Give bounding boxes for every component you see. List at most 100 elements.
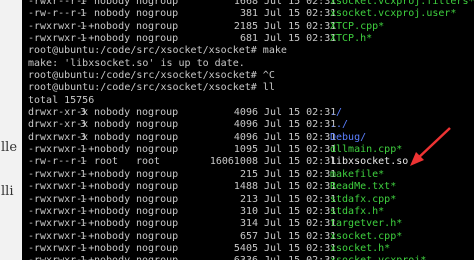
file-name: ../ — [330, 119, 349, 131]
owner: nobody — [94, 193, 131, 205]
group: nogroup — [136, 218, 179, 230]
file-size: 681 — [239, 33, 258, 45]
link-count: 1 — [79, 0, 86, 7]
owner: root — [94, 156, 119, 168]
file-size: 213 — [239, 193, 258, 205]
file-size: 310 — [239, 205, 258, 217]
file-size: 6336 — [196, 255, 258, 260]
modified-date: Jul 15 02:31 — [264, 181, 337, 193]
file-size: 5405 — [233, 242, 258, 254]
owner: nobody — [94, 107, 131, 119]
file-name: makefile* — [330, 168, 385, 180]
group: nogroup — [136, 242, 179, 254]
file-name: libxsocket.so — [330, 156, 409, 168]
file-size: 16061008 — [209, 156, 258, 168]
group: nogroup — [136, 0, 179, 7]
background-window-strip: lle lli — [0, 0, 22, 260]
owner: nobody — [94, 181, 131, 193]
link-count: 1 — [79, 181, 86, 193]
link-count: 1 — [79, 33, 86, 45]
annotation-arrow-shaft — [415, 127, 451, 161]
modified-date: Jul 15 02:31 — [264, 218, 337, 230]
file-size: 314 — [239, 218, 258, 230]
modified-date: Jul 15 02:31 — [264, 131, 337, 143]
link-count: 1 — [79, 144, 86, 156]
file-name: ./ — [330, 107, 343, 119]
background-text-fragment: lle — [1, 140, 18, 155]
group: root — [136, 156, 161, 168]
command-text: root@ubuntu:/code/src/xsocket/xsocket# l… — [28, 82, 275, 94]
file-name: XTCP.h* — [330, 33, 373, 45]
link-count: 3 — [79, 119, 86, 131]
file-size: 4096 — [233, 107, 258, 119]
group: nogroup — [136, 168, 179, 180]
group: nogroup — [136, 181, 179, 193]
owner: nobody — [94, 144, 131, 156]
command-text: make: 'libxsocket.so' is up to date. — [28, 57, 245, 69]
modified-date: Jul 15 02:31 — [264, 230, 337, 242]
background-text-fragment: lli — [1, 184, 14, 199]
owner: nobody — [94, 230, 131, 242]
link-count: 1 — [79, 168, 86, 180]
link-count: 1 — [79, 205, 86, 217]
owner: nobody — [94, 0, 131, 7]
file-name: stdafx.h* — [330, 205, 385, 217]
command-text: root@ubuntu:/code/src/xsocket/xsocket# m… — [28, 45, 287, 57]
modified-date: Jul 15 02:31 — [264, 107, 337, 119]
file-name: xsocket.cpp* — [330, 230, 403, 242]
link-count: 3 — [79, 107, 86, 119]
modified-date: Jul 15 02:31 — [264, 33, 337, 45]
terminal-window[interactable]: -rwxr--r-- 1 nobody nogroup 1668 Jul 15 02:31… — [22, 0, 474, 260]
owner: nobody — [94, 242, 131, 254]
link-count: 1 — [79, 242, 86, 254]
file-name: xsocket.vcxproj* — [330, 255, 426, 260]
group: nogroup — [136, 193, 179, 205]
owner: nobody — [94, 33, 131, 45]
file-name: XTCP.cpp* — [330, 20, 385, 32]
group: nogroup — [136, 8, 179, 20]
file-name: xsocket.h* — [330, 242, 391, 254]
modified-date: Jul 15 02:31 — [264, 156, 337, 168]
group: nogroup — [136, 230, 179, 242]
link-count: 1 — [79, 230, 86, 242]
link-count: 3 — [79, 131, 86, 143]
group: nogroup — [136, 144, 179, 156]
file-name: dllmain.cpp* — [330, 144, 403, 156]
modified-date: Jul 15 02:31 — [264, 144, 337, 156]
annotation-arrow-head — [410, 152, 424, 166]
modified-date: Jul 15 02:31 — [264, 205, 337, 217]
group: nogroup — [136, 20, 179, 32]
modified-date: Jul 15 02:31 — [264, 193, 337, 205]
owner: nobody — [94, 119, 131, 131]
group: nogroup — [136, 119, 179, 131]
owner: nobody — [94, 205, 131, 217]
owner: nobody — [94, 8, 131, 20]
link-count: 1 — [74, 255, 86, 260]
file-size: 2185 — [233, 20, 258, 32]
command-text: root@ubuntu:/code/src/xsocket/xsocket# ^… — [28, 70, 275, 82]
file-name: xsocket.vcxproj.filters* — [330, 0, 474, 7]
file-size: 381 — [239, 8, 258, 20]
owner: nobody — [94, 255, 130, 260]
file-size: 1488 — [233, 181, 258, 193]
modified-date: Jul 15 02:31 — [264, 0, 337, 7]
file-name: Debug/ — [330, 131, 367, 143]
group: nogroup — [136, 205, 179, 217]
owner: nobody — [94, 168, 131, 180]
group: nogroup — [136, 33, 179, 45]
file-size: 1095 — [233, 144, 258, 156]
file-size: 215 — [239, 168, 258, 180]
modified-date: Jul 15 02:31 — [264, 8, 337, 20]
group: nogroup — [136, 255, 178, 260]
file-name: stdafx.cpp* — [330, 193, 397, 205]
owner: nobody — [94, 20, 131, 32]
group: nogroup — [136, 131, 179, 143]
owner: nobody — [94, 218, 131, 230]
file-size: 1668 — [233, 0, 258, 7]
file-name: ReadMe.txt* — [330, 181, 397, 193]
group: nogroup — [136, 107, 179, 119]
file-name: xsocket.vcxproj.user* — [330, 8, 457, 20]
link-count: 1 — [79, 193, 86, 205]
link-count: 1 — [79, 156, 86, 168]
modified-date: Jul 15 02:31 — [264, 119, 337, 131]
